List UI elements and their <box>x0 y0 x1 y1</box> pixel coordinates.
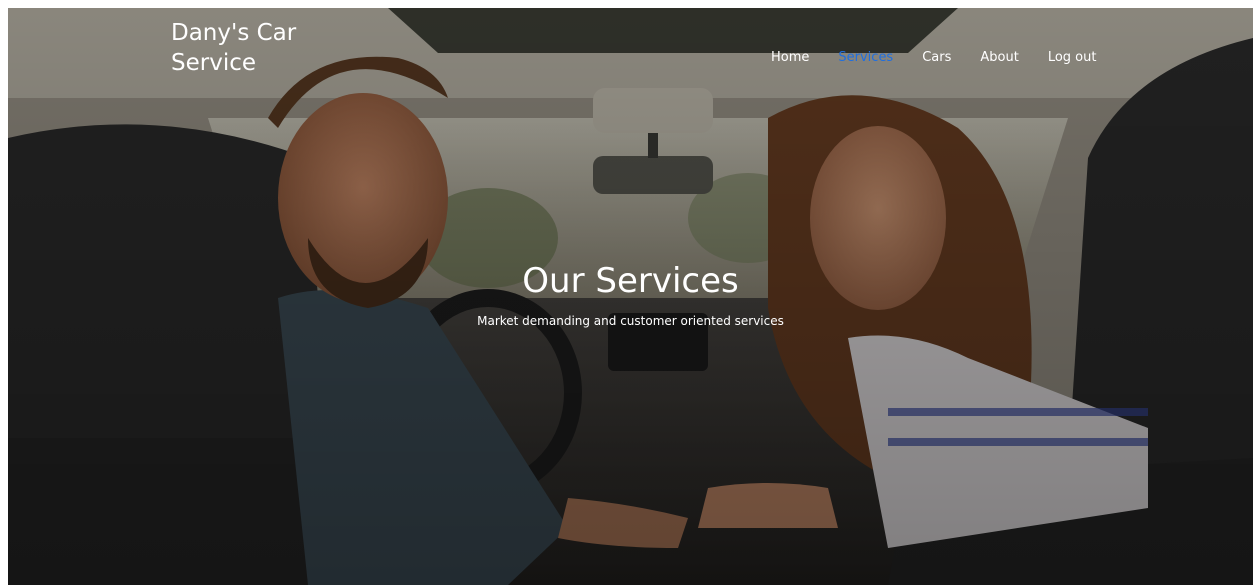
nav-item-home: Home <box>771 46 809 65</box>
nav-link-cars[interactable]: Cars <box>922 50 951 65</box>
brand-line-2: Service <box>171 50 257 76</box>
nav-item-logout: Log out <box>1048 46 1097 65</box>
nav-link-logout[interactable]: Log out <box>1048 50 1097 65</box>
main-nav: Home Services Cars About Log out <box>771 46 1125 65</box>
nav-item-cars: Cars <box>922 46 951 65</box>
nav-item-services: Services <box>838 46 893 65</box>
nav-link-home[interactable]: Home <box>771 50 809 65</box>
page-title: Our Services <box>522 261 739 301</box>
hero-section: Dany's Car Service Home Services Cars Ab… <box>8 8 1253 585</box>
page-subtitle: Market demanding and customer oriented s… <box>477 314 784 328</box>
brand-line-1: Dany's Car <box>171 20 297 46</box>
nav-link-services[interactable]: Services <box>838 50 893 65</box>
nav-link-about[interactable]: About <box>980 50 1018 65</box>
nav-item-about: About <box>980 46 1018 65</box>
brand-logo-link[interactable]: Dany's Car Service <box>171 18 331 78</box>
